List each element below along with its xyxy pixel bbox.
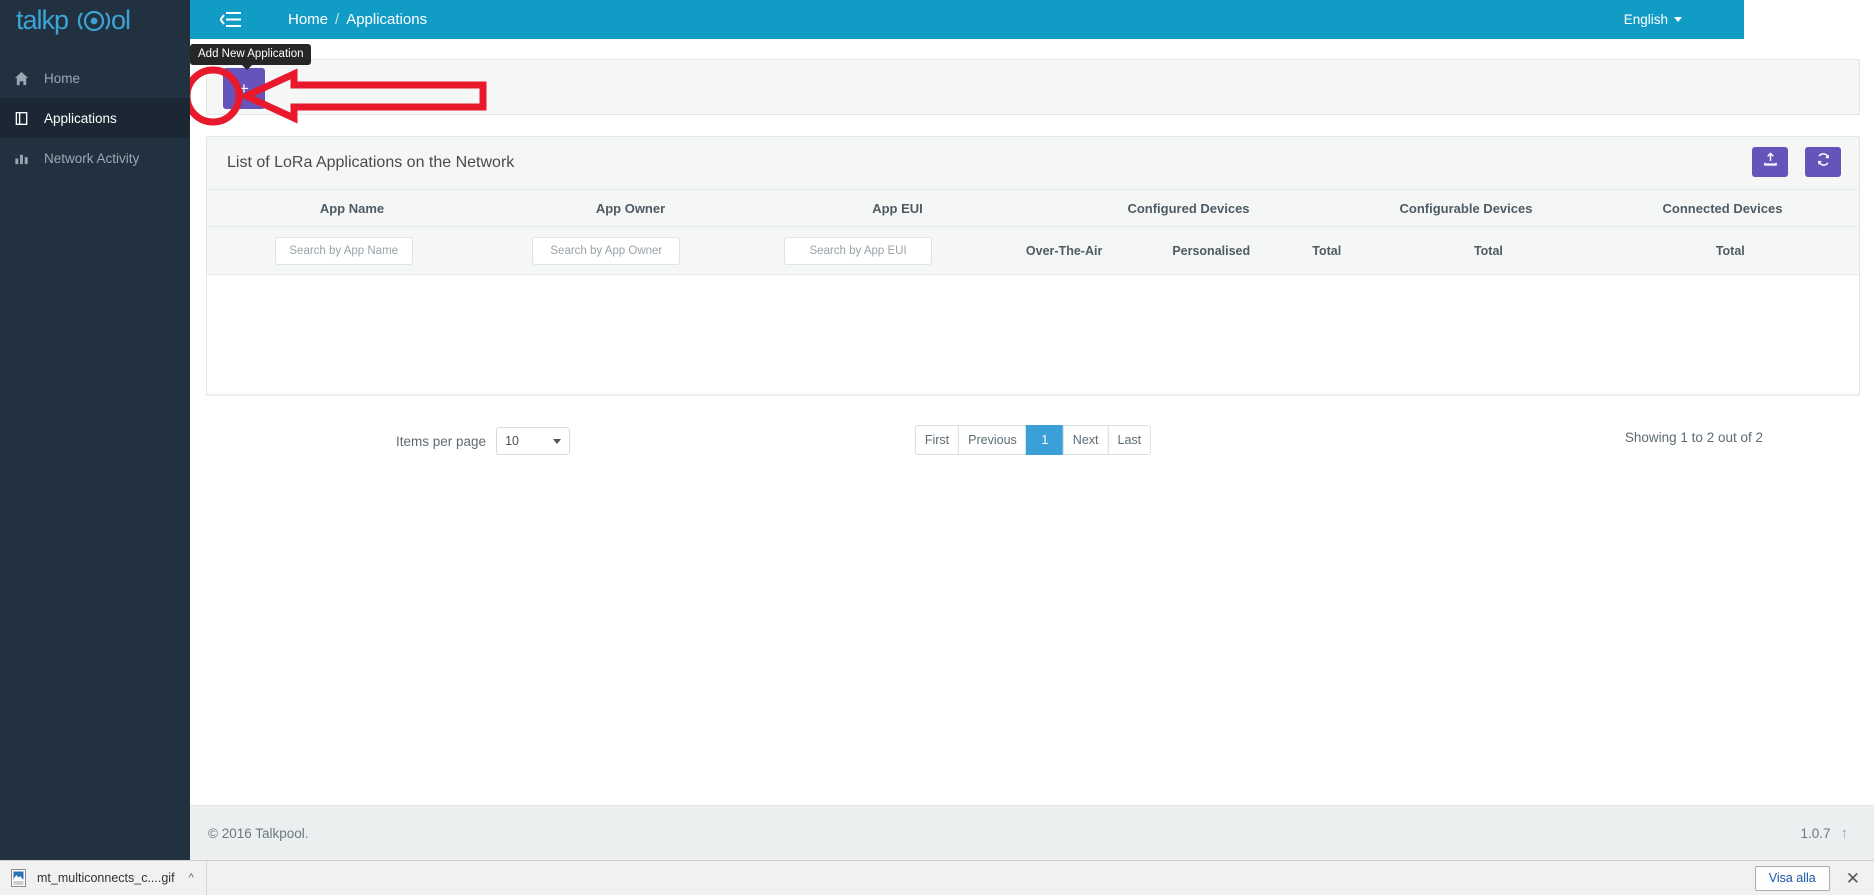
sidebar-item-home[interactable]: Home [0, 58, 190, 98]
panel-header: List of LoRa Applications on the Network [207, 137, 1859, 190]
table-header-row: App Name App Owner App EUI Configured De… [207, 190, 1859, 227]
brand-logo[interactable]: talkp ol [0, 2, 190, 40]
search-cell-app-eui: Search by App EUI [732, 236, 984, 265]
footer-version: 1.0.7 ↑ [1800, 825, 1848, 842]
subheader-connected-total: Total [1715, 243, 1745, 258]
footer: © 2016 Talkpool. 1.0.7 ↑ [190, 805, 1874, 860]
refresh-icon [1816, 152, 1831, 172]
items-per-page: Items per page 10 [396, 427, 571, 455]
page-last-button[interactable]: Last [1107, 425, 1152, 455]
panel-header-actions [1752, 147, 1859, 177]
top-bar: Home / Applications English [190, 0, 1744, 39]
image-file-icon [10, 869, 27, 888]
svg-text:talkp: talkp [16, 5, 68, 35]
chevron-down-icon [553, 438, 562, 444]
add-application-button[interactable]: + [223, 68, 265, 109]
sidebar-nav: Home Applications Network Activity [0, 58, 190, 178]
brand-logo-wrap: talkp ol [16, 4, 156, 38]
pagination-row: Items per page 10 First Previous 1 Next … [206, 421, 1860, 461]
page-number-1-button[interactable]: 1 [1025, 425, 1064, 455]
table-subheader-row: Search by App Name Search by App Owner S… [207, 227, 1859, 275]
talkpool-logo-icon: talkp ol [16, 5, 131, 35]
table-body [207, 275, 1859, 393]
subheader-over-the-air: Over-The-Air [1025, 243, 1103, 258]
column-header-configured-devices: Configured Devices [1127, 200, 1250, 216]
download-file-name: mt_multiconnects_c....gif [37, 871, 175, 885]
column-header-configurable-devices: Configurable Devices [1399, 200, 1533, 216]
search-input-app-eui[interactable]: Search by App EUI [784, 236, 933, 265]
chevron-up-icon[interactable]: ^ [189, 872, 194, 884]
main-content: Add New Application + List of LoRa Appli… [190, 39, 1874, 805]
column-header-connected-devices: Connected Devices [1662, 200, 1783, 216]
language-label: English [1623, 12, 1668, 27]
add-application-tooltip: Add New Application [190, 44, 312, 70]
search-cell-app-owner: Search by App Owner [480, 236, 732, 265]
plus-icon: + [239, 79, 249, 98]
show-all-downloads-button[interactable]: Visa alla [1754, 865, 1830, 891]
page-first-button[interactable]: First [914, 425, 960, 455]
svg-text:ol: ol [111, 5, 130, 35]
sidebar-item-label: Home [44, 70, 81, 86]
breadcrumb-current: Applications [346, 11, 428, 28]
column-header-app-name: App Name [319, 200, 385, 216]
book-icon [14, 111, 40, 126]
search-cell-app-name: Search by App Name [207, 236, 480, 265]
export-icon [1763, 152, 1778, 172]
applications-list-panel: List of LoRa Applications on the Network [206, 136, 1860, 396]
subheader-configurable-total: Total [1473, 243, 1503, 258]
showing-count-label: Showing 1 to 2 out of 2 [1624, 430, 1763, 445]
column-header-app-eui: App EUI [872, 200, 923, 216]
chevron-down-icon [1674, 17, 1682, 22]
search-input-app-name[interactable]: Search by App Name [274, 236, 413, 265]
refresh-button[interactable] [1805, 147, 1841, 177]
version-label: 1.0.7 [1800, 825, 1831, 841]
download-bar: mt_multiconnects_c....gif ^ Visa alla ✕ [0, 860, 1874, 895]
sidebar-item-label: Applications [44, 110, 117, 126]
items-per-page-value: 10 [505, 434, 519, 448]
bar-chart-icon [14, 151, 40, 166]
page-next-button[interactable]: Next [1062, 425, 1109, 455]
column-header-app-owner: App Owner [595, 200, 666, 216]
pagination-buttons: First Previous 1 Next Last [914, 425, 1152, 455]
copyright-label: © 2016 Talkpool. [208, 825, 309, 841]
add-application-panel: + [206, 59, 1860, 115]
download-item[interactable]: mt_multiconnects_c....gif ^ [0, 861, 207, 895]
subheader-configured-total: Total [1312, 243, 1342, 258]
page-previous-button[interactable]: Previous [958, 425, 1027, 455]
subheader-personalised: Personalised [1172, 243, 1251, 258]
breadcrumb: Home / Applications [288, 11, 427, 28]
sidebar-item-network-activity[interactable]: Network Activity [0, 138, 190, 178]
items-per-page-select[interactable]: 10 [496, 427, 571, 455]
close-icon[interactable]: ✕ [1846, 870, 1860, 887]
hamburger-menu-icon[interactable] [220, 11, 242, 29]
export-button[interactable] [1752, 147, 1788, 177]
sidebar-item-label: Network Activity [44, 150, 140, 166]
sidebar-item-applications[interactable]: Applications [0, 98, 190, 138]
panel-title: List of LoRa Applications on the Network [227, 154, 515, 171]
breadcrumb-separator: / [335, 11, 340, 28]
sidebar: talkp ol Home Applications Network Activ… [0, 0, 190, 860]
home-icon [14, 71, 40, 86]
download-bar-actions: Visa alla ✕ [1754, 865, 1860, 891]
search-input-app-owner[interactable]: Search by App Owner [532, 236, 681, 265]
breadcrumb-home[interactable]: Home [288, 11, 328, 28]
items-per-page-label: Items per page [396, 433, 487, 449]
app-root: talkp ol Home Applications Network Activ… [0, 0, 1874, 895]
arrow-up-icon[interactable]: ↑ [1841, 825, 1849, 842]
language-selector[interactable]: English [1624, 12, 1682, 27]
